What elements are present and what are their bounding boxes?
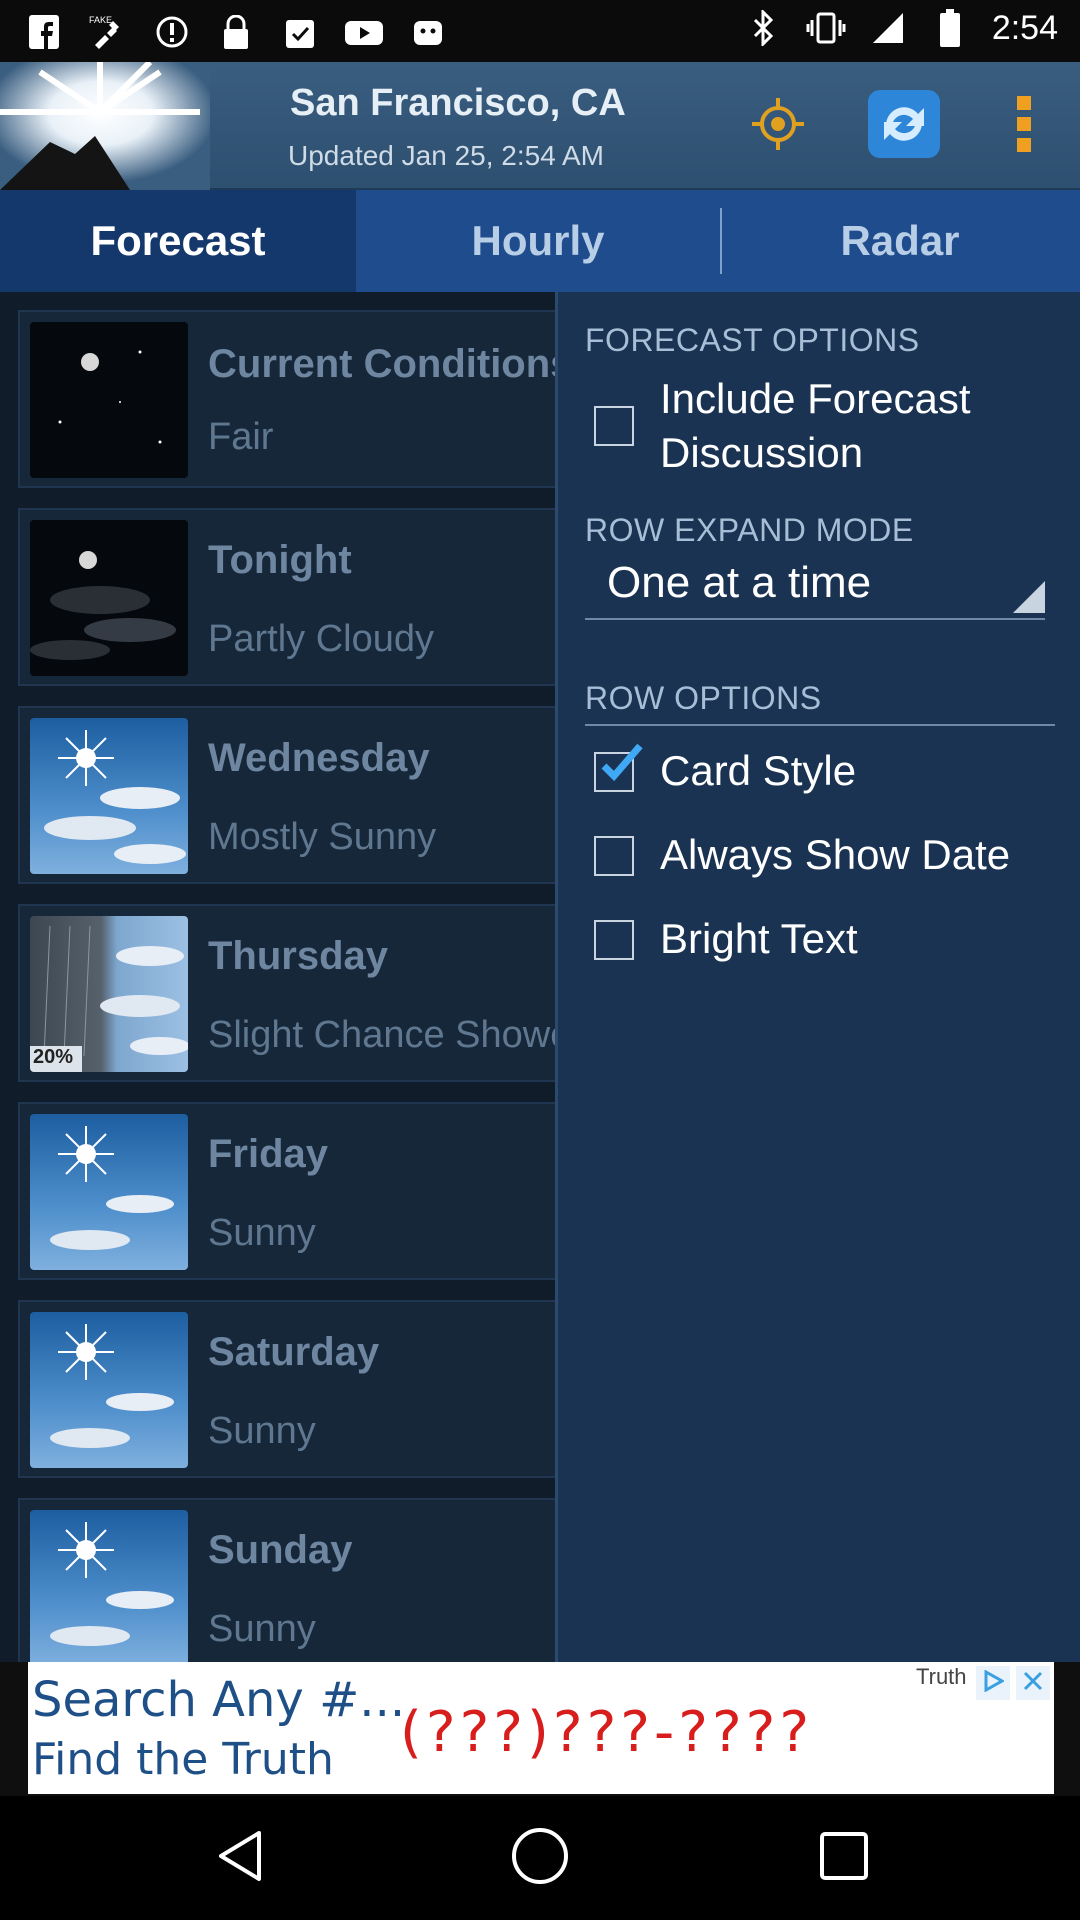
night-clear-icon (30, 322, 188, 478)
clipboard-icon (280, 12, 320, 52)
locate-button[interactable] (736, 84, 820, 168)
home-circle-icon (510, 1826, 570, 1891)
close-icon (1022, 1670, 1044, 1697)
overflow-menu-button[interactable] (982, 84, 1066, 168)
row-expand-mode-dropdown[interactable]: One at a time (585, 558, 1045, 620)
precip-chance: 20% (33, 1046, 74, 1068)
forecast-condition: Mostly Sunny (208, 816, 437, 858)
refresh-icon (866, 88, 942, 165)
fake-gps-icon: FAKE (88, 12, 128, 52)
android-icon (408, 12, 448, 52)
forecast-condition: Sunny (208, 1608, 316, 1650)
vibrate-icon (806, 8, 846, 48)
ad-headline: Search Any #... (32, 1672, 406, 1728)
forecast-day: Saturday (208, 1330, 380, 1374)
row-expand-mode-value: One at a time (607, 558, 872, 607)
clock: 2:54 (991, 8, 1058, 47)
forecast-day: Wednesday (208, 736, 430, 780)
section-forecast-options: FORECAST OPTIONS (585, 322, 920, 358)
forecast-condition: Fair (208, 416, 274, 458)
always-show-date-checkbox[interactable] (594, 836, 634, 876)
ad-banner[interactable]: Search Any #... Find the Truth (???)???-… (28, 1662, 1054, 1794)
tab-hourly[interactable]: Hourly (356, 190, 720, 292)
forecast-condition: Sunny (208, 1212, 316, 1254)
forecast-day: Friday (208, 1132, 329, 1176)
bright-text-option[interactable]: Bright Text (594, 912, 858, 966)
night-cloudy-icon (30, 520, 188, 676)
showers-icon: 20% (30, 916, 188, 1072)
gps-locate-icon (750, 96, 806, 157)
forecast-card-friday[interactable]: Friday Sunny (18, 1102, 555, 1280)
section-divider (585, 724, 1055, 726)
youtube-icon (344, 12, 384, 52)
forecast-day: Current Conditions (208, 342, 555, 386)
sunny-icon (30, 1114, 188, 1270)
tab-divider (720, 208, 722, 274)
include-discussion-label-2: Discussion (660, 429, 864, 476)
nav-back-button[interactable] (208, 1826, 272, 1890)
forecast-card-thursday[interactable]: 20% Thursday Slight Chance Showers (18, 904, 555, 1082)
forecast-day: Sunday (208, 1528, 353, 1572)
forecast-card-sunday[interactable]: Sunday Sunny (18, 1498, 555, 1662)
ad-close-button[interactable] (1016, 1666, 1050, 1700)
tab-bar: Forecast Hourly Radar (0, 190, 1080, 292)
bright-text-checkbox[interactable] (594, 920, 634, 960)
play-triangle-icon (982, 1668, 1006, 1697)
system-nav-bar (0, 1796, 1080, 1920)
forecast-list[interactable]: Current Conditions Fair Tonight Partly C… (0, 292, 555, 1662)
section-row-options: ROW OPTIONS (585, 680, 822, 716)
card-style-option[interactable]: Card Style (594, 743, 857, 798)
tab-radar[interactable]: Radar (720, 190, 1080, 292)
ad-brand: Truth (916, 1664, 967, 1689)
facebook-icon (24, 12, 64, 52)
updated-time: Updated Jan 25, 2:54 AM (288, 140, 604, 171)
location-title[interactable]: San Francisco, CA (290, 82, 626, 125)
more-vert-icon (1012, 94, 1036, 159)
forecast-card-tonight[interactable]: Tonight Partly Cloudy (18, 508, 555, 686)
forecast-condition: Slight Chance Showers (208, 1014, 555, 1056)
lock-icon (216, 12, 256, 52)
back-triangle-icon (215, 1829, 265, 1888)
alert-icon (152, 12, 192, 52)
ad-subline: Find the Truth (32, 1734, 334, 1785)
sunny-icon (30, 1510, 188, 1662)
forecast-card-current[interactable]: Current Conditions Fair (18, 310, 555, 488)
screen: FAKE 2:54 San Francisco, CA Updated Jan … (0, 0, 1080, 1920)
include-discussion-checkbox[interactable] (594, 406, 634, 446)
section-row-expand-mode: ROW EXPAND MODE (585, 512, 914, 548)
forecast-card-wednesday[interactable]: Wednesday Mostly Sunny (18, 706, 555, 884)
include-discussion-option[interactable]: Include Forecast Discussion (594, 372, 971, 480)
signal-icon (868, 8, 908, 48)
refresh-button[interactable] (862, 84, 946, 168)
ad-info-button[interactable] (976, 1666, 1010, 1700)
sunny-icon (30, 1312, 188, 1468)
ad-banner-area: Search Any #... Find the Truth (???)???-… (0, 1662, 1080, 1796)
battery-icon (930, 8, 970, 48)
include-discussion-label-1: Include Forecast (660, 375, 971, 422)
sun-clouds-icon (30, 718, 188, 874)
nav-recents-button[interactable] (812, 1826, 876, 1890)
checkmark-icon (600, 740, 644, 789)
card-style-label: Card Style (660, 747, 857, 794)
always-show-date-label: Always Show Date (660, 831, 1011, 878)
forecast-day: Thursday (208, 934, 389, 978)
svg-text:FAKE: FAKE (89, 15, 112, 25)
bluetooth-icon (744, 8, 784, 48)
bright-text-label: Bright Text (660, 915, 858, 962)
dropdown-corner-icon (1013, 581, 1045, 618)
forecast-condition: Sunny (208, 1410, 316, 1452)
ad-phone-number: (???)???-???? (400, 1700, 814, 1765)
forecast-condition: Partly Cloudy (208, 618, 434, 660)
app-logo (0, 62, 210, 190)
forecast-card-saturday[interactable]: Saturday Sunny (18, 1300, 555, 1478)
card-style-checkbox[interactable] (594, 743, 643, 792)
app-header: San Francisco, CA Updated Jan 25, 2:54 A… (0, 62, 1080, 190)
forecast-options-panel: FORECAST OPTIONS Include Forecast Discus… (555, 292, 1080, 1662)
tab-forecast[interactable]: Forecast (0, 190, 356, 292)
always-show-date-option[interactable]: Always Show Date (594, 828, 1010, 882)
nav-home-button[interactable] (508, 1826, 572, 1890)
forecast-day: Tonight (208, 538, 352, 582)
recents-square-icon (818, 1830, 870, 1887)
status-bar: FAKE 2:54 (0, 0, 1080, 62)
